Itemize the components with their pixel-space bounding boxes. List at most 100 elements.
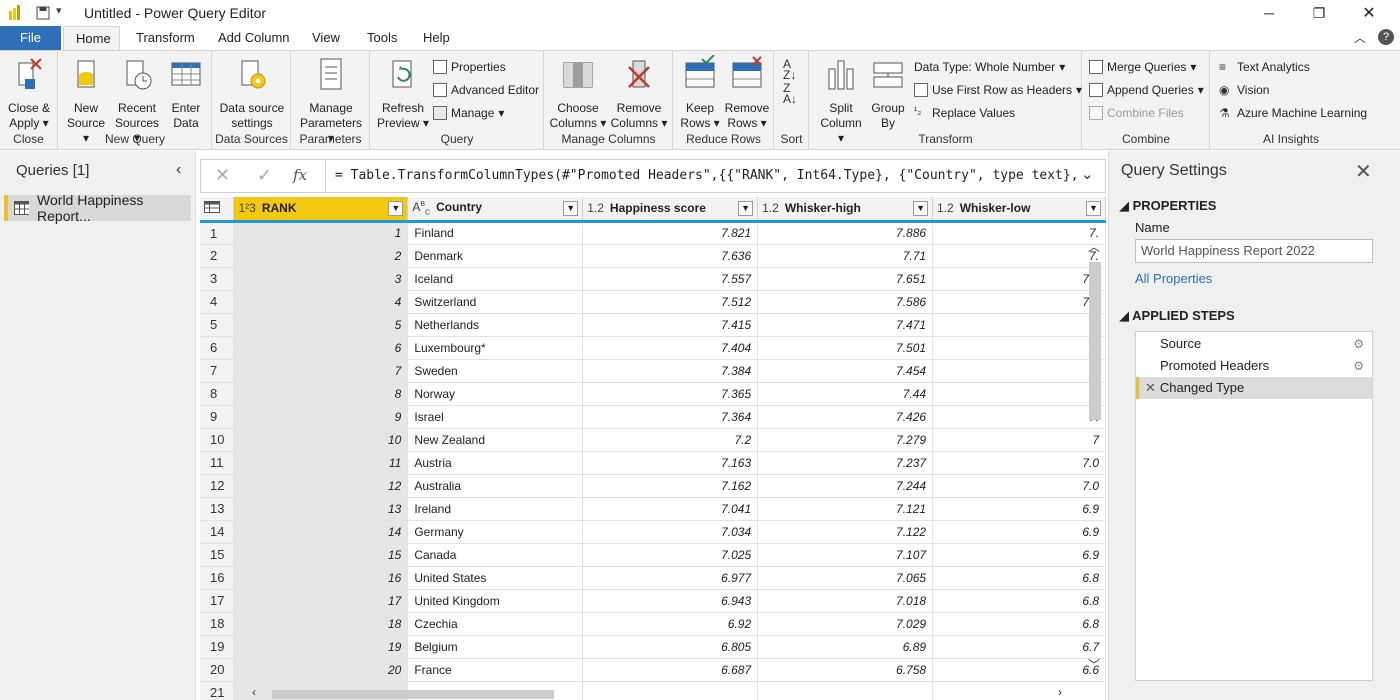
table-row[interactable]: 18 18 Czechia 6.92 7.029 6.8 bbox=[200, 612, 1106, 636]
cell-happiness-score[interactable]: 7.404 bbox=[582, 336, 759, 360]
cell-rank[interactable]: 9 bbox=[233, 405, 409, 429]
cell-country[interactable]: United Kingdom bbox=[407, 589, 584, 613]
scroll-right-icon[interactable]: › bbox=[1058, 685, 1062, 699]
vertical-scroll-thumb[interactable] bbox=[1089, 262, 1101, 420]
merge-queries-button[interactable]: Merge Queries ▾ bbox=[1089, 57, 1196, 77]
cell-happiness-score[interactable]: 6.687 bbox=[582, 658, 759, 682]
filter-dropdown-icon[interactable]: ▼ bbox=[563, 201, 579, 216]
query-name-input[interactable]: World Happiness Report 2022 bbox=[1135, 239, 1373, 263]
table-row[interactable]: 14 14 Germany 7.034 7.122 6.9 bbox=[200, 520, 1106, 544]
close-settings-icon[interactable]: ✕ bbox=[1355, 159, 1372, 184]
cell-whisker-high[interactable]: 7.107 bbox=[757, 543, 934, 567]
table-row[interactable]: 12 12 Australia 7.162 7.244 7.0 bbox=[200, 474, 1106, 498]
column-header-rank[interactable]: 1²3 RANK ▼ bbox=[233, 197, 409, 223]
cell-whisker-high[interactable]: 7.886 bbox=[757, 221, 934, 245]
tab-transform[interactable]: Transform bbox=[124, 26, 207, 50]
sort-descending-icon[interactable]: Z A↓ bbox=[783, 82, 797, 105]
cell-country[interactable]: Belgium bbox=[407, 635, 584, 659]
filter-dropdown-icon[interactable]: ▼ bbox=[1086, 201, 1101, 216]
table-row[interactable]: 13 13 Ireland 7.041 7.121 6.9 bbox=[200, 497, 1106, 521]
azure-ml-button[interactable]: ⚗ Azure Machine Learning bbox=[1219, 103, 1367, 123]
delete-step-icon[interactable]: ✕ bbox=[1145, 380, 1156, 395]
cell-whisker-low[interactable]: 7.0 bbox=[932, 474, 1106, 498]
expand-formula-icon[interactable]: ⌄ bbox=[1081, 165, 1094, 183]
cell-happiness-score[interactable]: 7.821 bbox=[582, 221, 759, 245]
cell-country[interactable]: Australia bbox=[407, 474, 584, 498]
data-type-dropdown[interactable]: Data Type: Whole Number ▾ bbox=[914, 57, 1065, 77]
gear-icon[interactable]: ⚙ bbox=[1353, 355, 1364, 377]
cell-whisker-high[interactable]: 7.71 bbox=[757, 244, 934, 268]
column-header-whisker-low[interactable]: 1.2 Whisker-low ▼ bbox=[932, 197, 1106, 223]
cell-country[interactable]: Austria bbox=[407, 451, 584, 475]
close-apply-button[interactable]: Close & Apply ▾ bbox=[4, 55, 54, 131]
cell-whisker-low[interactable]: 6.7 bbox=[932, 635, 1106, 659]
table-row[interactable]: 19 19 Belgium 6.805 6.89 6.7 bbox=[200, 635, 1106, 659]
cell-rank[interactable]: 2 bbox=[233, 244, 409, 268]
cell-whisker-high[interactable]: 7.454 bbox=[757, 359, 934, 383]
cell-whisker-high[interactable]: 7.065 bbox=[757, 566, 934, 590]
cell-whisker-high[interactable]: 7.029 bbox=[757, 612, 934, 636]
append-queries-button[interactable]: Append Queries ▾ bbox=[1089, 80, 1204, 100]
collapse-ribbon-icon[interactable]: ︿ bbox=[1354, 29, 1366, 46]
cell-rank[interactable]: 11 bbox=[233, 451, 409, 475]
cell-rank[interactable]: 20 bbox=[233, 658, 409, 682]
cell-whisker-low[interactable]: 7 bbox=[932, 382, 1106, 406]
cell-whisker-high[interactable]: 7.237 bbox=[757, 451, 934, 475]
filter-dropdown-icon[interactable]: ▼ bbox=[913, 201, 929, 216]
cell-rank[interactable]: 10 bbox=[233, 428, 409, 452]
save-icon[interactable] bbox=[36, 6, 50, 20]
cell-whisker-high[interactable]: 7.426 bbox=[757, 405, 934, 429]
tab-file[interactable]: File bbox=[0, 26, 61, 50]
cell-rank[interactable]: 17 bbox=[233, 589, 409, 613]
cell-whisker-high[interactable]: 7.121 bbox=[757, 497, 934, 521]
cell-whisker-high[interactable]: 7.018 bbox=[757, 589, 934, 613]
cell-rank[interactable]: 15 bbox=[233, 543, 409, 567]
horizontal-scrollbar[interactable]: ‹ › bbox=[236, 685, 1086, 700]
cell-whisker-high[interactable]: 7.651 bbox=[757, 267, 934, 291]
table-menu-header[interactable] bbox=[200, 197, 235, 223]
table-row[interactable]: 16 16 United States 6.977 7.065 6.8 bbox=[200, 566, 1106, 590]
cell-country[interactable]: Sweden bbox=[407, 359, 584, 383]
cell-rank[interactable]: 12 bbox=[233, 474, 409, 498]
cell-whisker-low[interactable]: 6.8 bbox=[932, 589, 1106, 613]
cell-rank[interactable]: 6 bbox=[233, 336, 409, 360]
step-promoted-headers[interactable]: Promoted Headers ⚙ bbox=[1136, 355, 1372, 377]
cell-happiness-score[interactable]: 7.364 bbox=[582, 405, 759, 429]
cancel-formula-icon[interactable]: ✕ bbox=[215, 165, 230, 186]
cell-whisker-low[interactable]: 7. bbox=[932, 244, 1106, 268]
cell-country[interactable]: Canada bbox=[407, 543, 584, 567]
cell-country[interactable]: Germany bbox=[407, 520, 584, 544]
manage-query-button[interactable]: Manage ▾ bbox=[433, 103, 504, 123]
cell-happiness-score[interactable]: 7.365 bbox=[582, 382, 759, 406]
cell-whisker-low[interactable]: 7. bbox=[932, 221, 1106, 245]
fx-icon[interactable]: fx bbox=[293, 166, 307, 184]
cell-happiness-score[interactable]: 7.041 bbox=[582, 497, 759, 521]
cell-happiness-score[interactable]: 7.512 bbox=[582, 290, 759, 314]
cell-country[interactable]: Netherlands bbox=[407, 313, 584, 337]
cell-whisker-high[interactable]: 6.758 bbox=[757, 658, 934, 682]
tab-add-column[interactable]: Add Column bbox=[206, 26, 302, 50]
table-row[interactable]: 88Norway7.3657.447 bbox=[200, 382, 1106, 406]
table-row[interactable]: 15 15 Canada 7.025 7.107 6.9 bbox=[200, 543, 1106, 567]
tab-view[interactable]: View bbox=[300, 26, 352, 50]
cell-whisker-high[interactable]: 6.89 bbox=[757, 635, 934, 659]
cell-happiness-score[interactable]: 6.805 bbox=[582, 635, 759, 659]
cell-rank[interactable]: 13 bbox=[233, 497, 409, 521]
combine-files-button[interactable]: Combine Files bbox=[1089, 103, 1184, 123]
cell-rank[interactable]: 18 bbox=[233, 612, 409, 636]
cell-happiness-score[interactable]: 7.163 bbox=[582, 451, 759, 475]
cell-rank[interactable]: 14 bbox=[233, 520, 409, 544]
cell-country[interactable]: Czechia bbox=[407, 612, 584, 636]
properties-button[interactable]: Properties bbox=[433, 57, 506, 77]
text-analytics-button[interactable]: ≡ Text Analytics bbox=[1219, 57, 1310, 77]
cell-happiness-score[interactable]: 6.92 bbox=[582, 612, 759, 636]
cell-country[interactable]: United States bbox=[407, 566, 584, 590]
query-item[interactable]: World Happiness Report... bbox=[4, 192, 191, 224]
cell-whisker-low[interactable]: 7. bbox=[932, 359, 1106, 383]
cell-whisker-low[interactable]: 6.9 bbox=[932, 543, 1106, 567]
choose-columns-button[interactable]: Choose Columns ▾ bbox=[549, 55, 607, 131]
cell-whisker-low[interactable]: 7. bbox=[932, 405, 1106, 429]
scroll-left-icon[interactable]: ‹ bbox=[252, 685, 256, 699]
cell-country[interactable]: Finland bbox=[407, 221, 584, 245]
remove-rows-button[interactable]: Remove Rows ▾ bbox=[724, 55, 770, 131]
